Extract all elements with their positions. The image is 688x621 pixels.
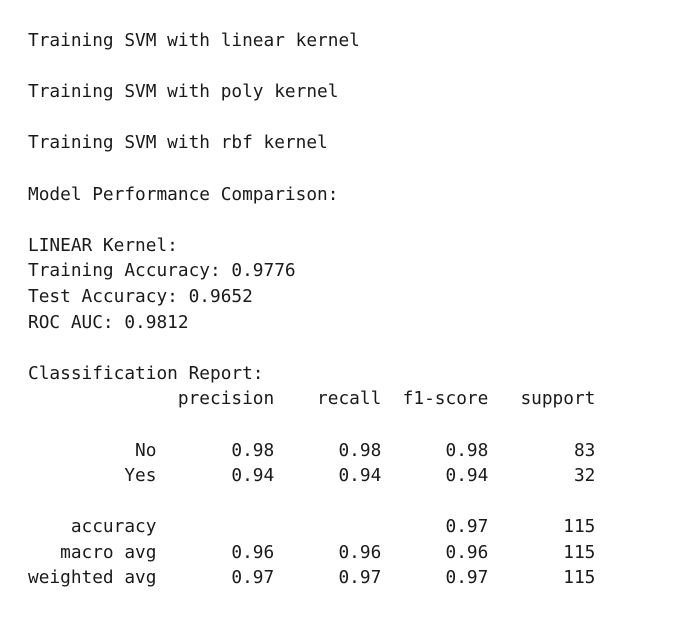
roc-auc-line: ROC AUC: 0.9812 — [28, 311, 189, 333]
report-row-yes: Yes 0.94 0.94 0.94 32 — [28, 465, 596, 487]
training-linear-line: Training SVM with linear kernel — [28, 30, 360, 51]
report-row-no: No 0.98 0.98 0.98 83 — [28, 439, 596, 461]
kernel-heading: LINEAR Kernel: — [28, 234, 178, 256]
training-poly-line: Training SVM with poly kernel — [28, 81, 339, 103]
training-rbf-line: Training SVM with rbf kernel — [28, 132, 328, 154]
training-accuracy-line: Training Accuracy: 0.9776 — [28, 260, 296, 282]
report-heading: Classification Report: — [28, 362, 264, 384]
report-row-macro-avg: macro avg 0.96 0.96 0.96 115 — [28, 541, 596, 563]
report-row-accuracy: accuracy 0.97 115 — [28, 516, 596, 538]
report-header-row: precision recall f1-score support — [28, 388, 596, 410]
test-accuracy-line: Test Accuracy: 0.9652 — [28, 285, 253, 307]
console-output: Training SVM with linear kernel Training … — [28, 28, 595, 591]
comparison-heading: Model Performance Comparison: — [28, 183, 339, 205]
report-row-weighted-avg: weighted avg 0.97 0.97 0.97 115 — [28, 567, 596, 589]
